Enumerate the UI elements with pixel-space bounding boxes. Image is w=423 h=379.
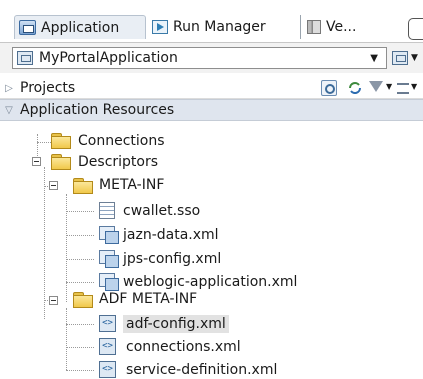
application-workspace-icon (17, 51, 33, 65)
tab-versioning[interactable]: Ve... (300, 15, 356, 39)
application-menu-icon (392, 51, 408, 65)
list-options-icon[interactable] (397, 83, 409, 94)
adf-xml-icon: <> (99, 315, 116, 332)
tree-node-label: service-definition.xml (126, 362, 278, 378)
tab-versioning-label: Ve... (326, 19, 357, 35)
tree-node-label: Descriptors (78, 154, 159, 170)
tree-node-label: jps-config.xml (123, 251, 222, 267)
tab-run-manager[interactable]: Run Manager (152, 15, 266, 39)
file-icon (99, 202, 115, 219)
tree-node-label: Connections (78, 133, 165, 149)
application-menu-button[interactable]: ▼ (392, 47, 423, 69)
application-resources-header[interactable]: ▽ Application Resources (0, 99, 423, 121)
application-resources-label: Application Resources (20, 102, 175, 118)
tree-node-label: jazn-data.xml (123, 227, 219, 243)
sync-icon[interactable] (347, 80, 363, 96)
tab-application-label: Application (41, 19, 120, 36)
projects-label: Projects (20, 80, 76, 96)
tree-node-label: META-INF (99, 177, 165, 193)
application-selector-value: MyPortalApplication (39, 50, 178, 66)
tree-node-label: ADF META-INF (99, 291, 198, 307)
search-icon[interactable] (321, 80, 337, 96)
adf-xml-icon: <> (99, 338, 116, 355)
folder-icon (51, 133, 71, 149)
folder-icon (73, 178, 93, 194)
folder-icon (73, 292, 93, 308)
xml-file-icon (99, 273, 119, 291)
collapse-triangle-icon[interactable]: ▽ (2, 105, 16, 116)
tree-node-label: cwallet.sso (123, 203, 201, 219)
run-manager-icon (152, 20, 168, 34)
collapse-icon[interactable] (49, 296, 58, 305)
adf-xml-icon: <> (99, 361, 116, 378)
application-icon (19, 20, 36, 35)
collapse-icon[interactable] (32, 157, 41, 166)
versioning-icon (307, 20, 321, 34)
application-resources-tree: Connections Descriptors META-INF cwallet… (0, 120, 423, 379)
minimize-button[interactable] (408, 18, 423, 40)
expand-triangle-icon[interactable]: ▷ (2, 83, 16, 94)
chevron-down-icon: ▼ (411, 53, 418, 63)
projects-panel-header[interactable]: ▷ Projects ▼ ▼ (0, 78, 423, 99)
tree-node-label: weblogic-application.xml (123, 274, 298, 290)
chevron-down-icon[interactable]: ▼ (370, 53, 378, 64)
tab-run-manager-label: Run Manager (173, 19, 266, 35)
filter-icon[interactable] (369, 81, 383, 92)
navigator-tab-strip: Application Run Manager Ve... (0, 0, 423, 42)
tree-node-label-selected: adf-config.xml (123, 315, 229, 333)
tree-node-label: connections.xml (126, 339, 241, 355)
application-selector[interactable]: MyPortalApplication ▼ (12, 47, 387, 69)
collapse-icon[interactable] (49, 181, 58, 190)
chevron-down-icon[interactable]: ▼ (411, 82, 417, 91)
chevron-down-icon[interactable]: ▼ (386, 82, 392, 91)
folder-icon (51, 154, 71, 170)
xml-file-icon (99, 226, 119, 244)
xml-file-icon (99, 250, 119, 268)
tab-application[interactable]: Application (14, 15, 146, 39)
